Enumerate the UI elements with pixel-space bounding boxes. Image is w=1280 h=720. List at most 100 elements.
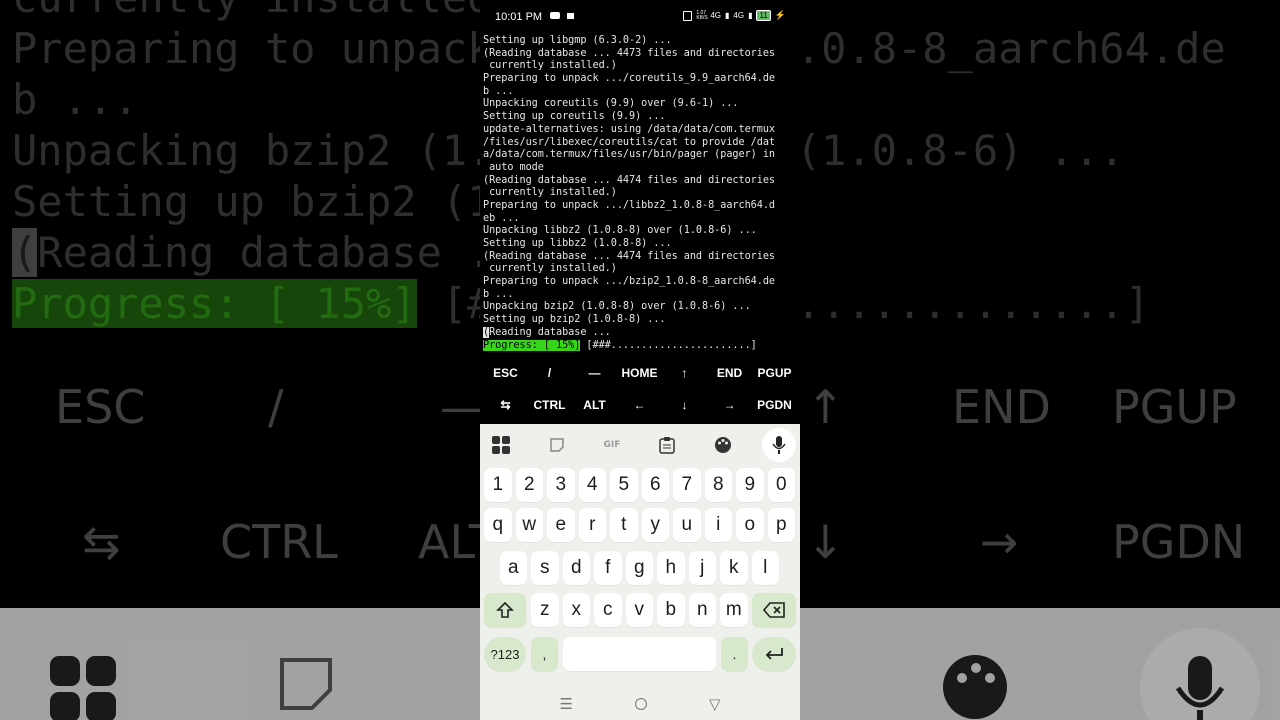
terminal-current-line: (Reading database ... (483, 326, 799, 340)
key-l[interactable]: l (751, 551, 779, 585)
nfc-icon (683, 10, 693, 21)
key-r[interactable]: r (578, 508, 606, 542)
key-c[interactable]: c (594, 593, 622, 627)
key-a[interactable]: a (499, 551, 527, 585)
enter-key[interactable] (752, 637, 796, 671)
key-ctrl[interactable]: CTRL (527, 390, 572, 420)
progress-label: Progress: [ 15%] (483, 339, 581, 351)
symbols-key[interactable]: ?123 (484, 637, 526, 671)
sticker-icon[interactable] (540, 428, 574, 462)
backspace-key[interactable] (752, 593, 796, 627)
key-4[interactable]: 4 (578, 468, 606, 502)
status-time: 10:01 PM (495, 11, 543, 23)
key-pgup[interactable]: PGUP (752, 358, 797, 388)
key-z[interactable]: z (531, 593, 559, 627)
key-0[interactable]: 0 (767, 468, 795, 502)
key-3[interactable]: 3 (547, 468, 575, 502)
terminal-line: b ... (483, 288, 514, 300)
key-f[interactable]: f (594, 551, 622, 585)
key-t[interactable]: t (610, 508, 638, 542)
key-slash[interactable]: / (527, 358, 572, 388)
recents-menu-icon[interactable]: ☰ (560, 695, 573, 713)
terminal-line: Setting up bzip2 (1.0.8-8) ... (483, 314, 666, 326)
key-5[interactable]: 5 (610, 468, 638, 502)
terminal-line: update-alternatives: using /data/data/co… (483, 123, 776, 135)
key-dash[interactable]: — (572, 358, 617, 388)
terminal-line: Preparing to unpack .../bzip2_1.0.8-8_aa… (483, 276, 776, 288)
terminal-line: Setting up libgmp (6.3.0-2) ... (483, 35, 672, 46)
key-alt[interactable]: ALT (572, 390, 617, 420)
key-u[interactable]: u (673, 508, 701, 542)
key-w[interactable]: w (515, 508, 543, 542)
key-b[interactable]: b (657, 593, 685, 627)
key-9[interactable]: 9 (736, 468, 764, 502)
signal-icon: ▮ (724, 11, 730, 20)
key-2[interactable]: 2 (515, 468, 543, 502)
backspace-icon (763, 602, 785, 618)
key-7[interactable]: 7 (673, 468, 701, 502)
key-esc[interactable]: ESC (483, 358, 528, 388)
space-bar[interactable] (563, 637, 716, 671)
key-up-arrow[interactable]: ↑ (662, 358, 707, 388)
terminal-line: currently installed.) (483, 60, 617, 72)
charging-icon: ⚡ (774, 10, 786, 20)
key-j[interactable]: j (688, 551, 716, 585)
terminal-line: a/data/com.termux/files/usr/bin/pager (p… (483, 149, 776, 161)
terminal-line: Unpacking coreutils (9.9) over (9.6-1) .… (483, 98, 739, 110)
terminal-line: b ... (483, 85, 514, 97)
mic-icon[interactable] (762, 428, 796, 462)
key-m[interactable]: m (720, 593, 748, 627)
gif-icon[interactable]: GIF (595, 428, 629, 462)
key-v[interactable]: v (625, 593, 653, 627)
status-bar: 10:01 PM 1.07 KB/S 4G ▮ 4G ▮ 11 ⚡ (480, 0, 800, 34)
shift-key[interactable] (484, 593, 526, 627)
video-camera-icon (566, 13, 574, 19)
terminal-line: currently installed.) (483, 187, 617, 199)
key-o[interactable]: o (736, 508, 764, 542)
network-type-2: 4G (733, 11, 745, 20)
key-8[interactable]: 8 (704, 468, 732, 502)
key-left-arrow[interactable]: ← (617, 390, 662, 420)
key-home[interactable]: HOME (617, 358, 662, 388)
key-d[interactable]: d (562, 551, 590, 585)
terminal-line: (Reading database ... 4474 files and dir… (483, 174, 776, 186)
clipboard-icon[interactable] (650, 428, 684, 462)
key-g[interactable]: g (625, 551, 653, 585)
key-q[interactable]: q (484, 508, 512, 542)
key-p[interactable]: p (767, 508, 795, 542)
key-s[interactable]: s (531, 551, 559, 585)
key-pgdn[interactable]: PGDN (752, 390, 797, 420)
home-circle-icon[interactable] (634, 698, 647, 710)
terminal-line: (Reading database ... 4474 files and dir… (483, 250, 776, 262)
terminal-line: Unpacking bzip2 (1.0.8-8) over (1.0.8-6)… (483, 301, 751, 313)
terminal-line: Setting up libbz2 (1.0.8-8) ... (483, 238, 672, 249)
key-down-arrow[interactable]: ↓ (662, 390, 707, 420)
key-6[interactable]: 6 (641, 468, 669, 502)
terminal-line: eb ... (483, 212, 520, 224)
palette-icon[interactable] (706, 428, 740, 462)
key-n[interactable]: n (688, 593, 716, 627)
key-tab[interactable]: ⇆ (483, 390, 528, 420)
period-key[interactable]: . (721, 637, 748, 671)
key-y[interactable]: y (641, 508, 669, 542)
comma-key[interactable]: , (531, 637, 558, 671)
key-end[interactable]: END (707, 358, 752, 388)
key-e[interactable]: e (547, 508, 575, 542)
key-h[interactable]: h (657, 551, 685, 585)
data-speed: 1.07 KB/S (696, 9, 708, 21)
back-triangle-icon[interactable]: ▽ (709, 695, 721, 713)
key-right-arrow[interactable]: → (707, 390, 752, 420)
terminal-line: auto mode (483, 161, 544, 173)
terminal-current-text: Reading database ... (489, 326, 611, 338)
key-1[interactable]: 1 (484, 468, 512, 502)
key-k[interactable]: k (720, 551, 748, 585)
terminal-line: (Reading database ... 4473 files and dir… (483, 47, 776, 59)
terminal-line: /files/usr/libexec/coreutils/cat to prov… (483, 136, 776, 148)
terminal-output[interactable]: Setting up libgmp (6.3.0-2) ... (Reading … (483, 35, 799, 352)
youtube-icon (550, 12, 560, 19)
key-x[interactable]: x (562, 593, 590, 627)
apps-grid-icon[interactable] (484, 428, 518, 462)
key-i[interactable]: i (704, 508, 732, 542)
enter-icon (765, 648, 783, 660)
shift-icon (496, 601, 514, 618)
